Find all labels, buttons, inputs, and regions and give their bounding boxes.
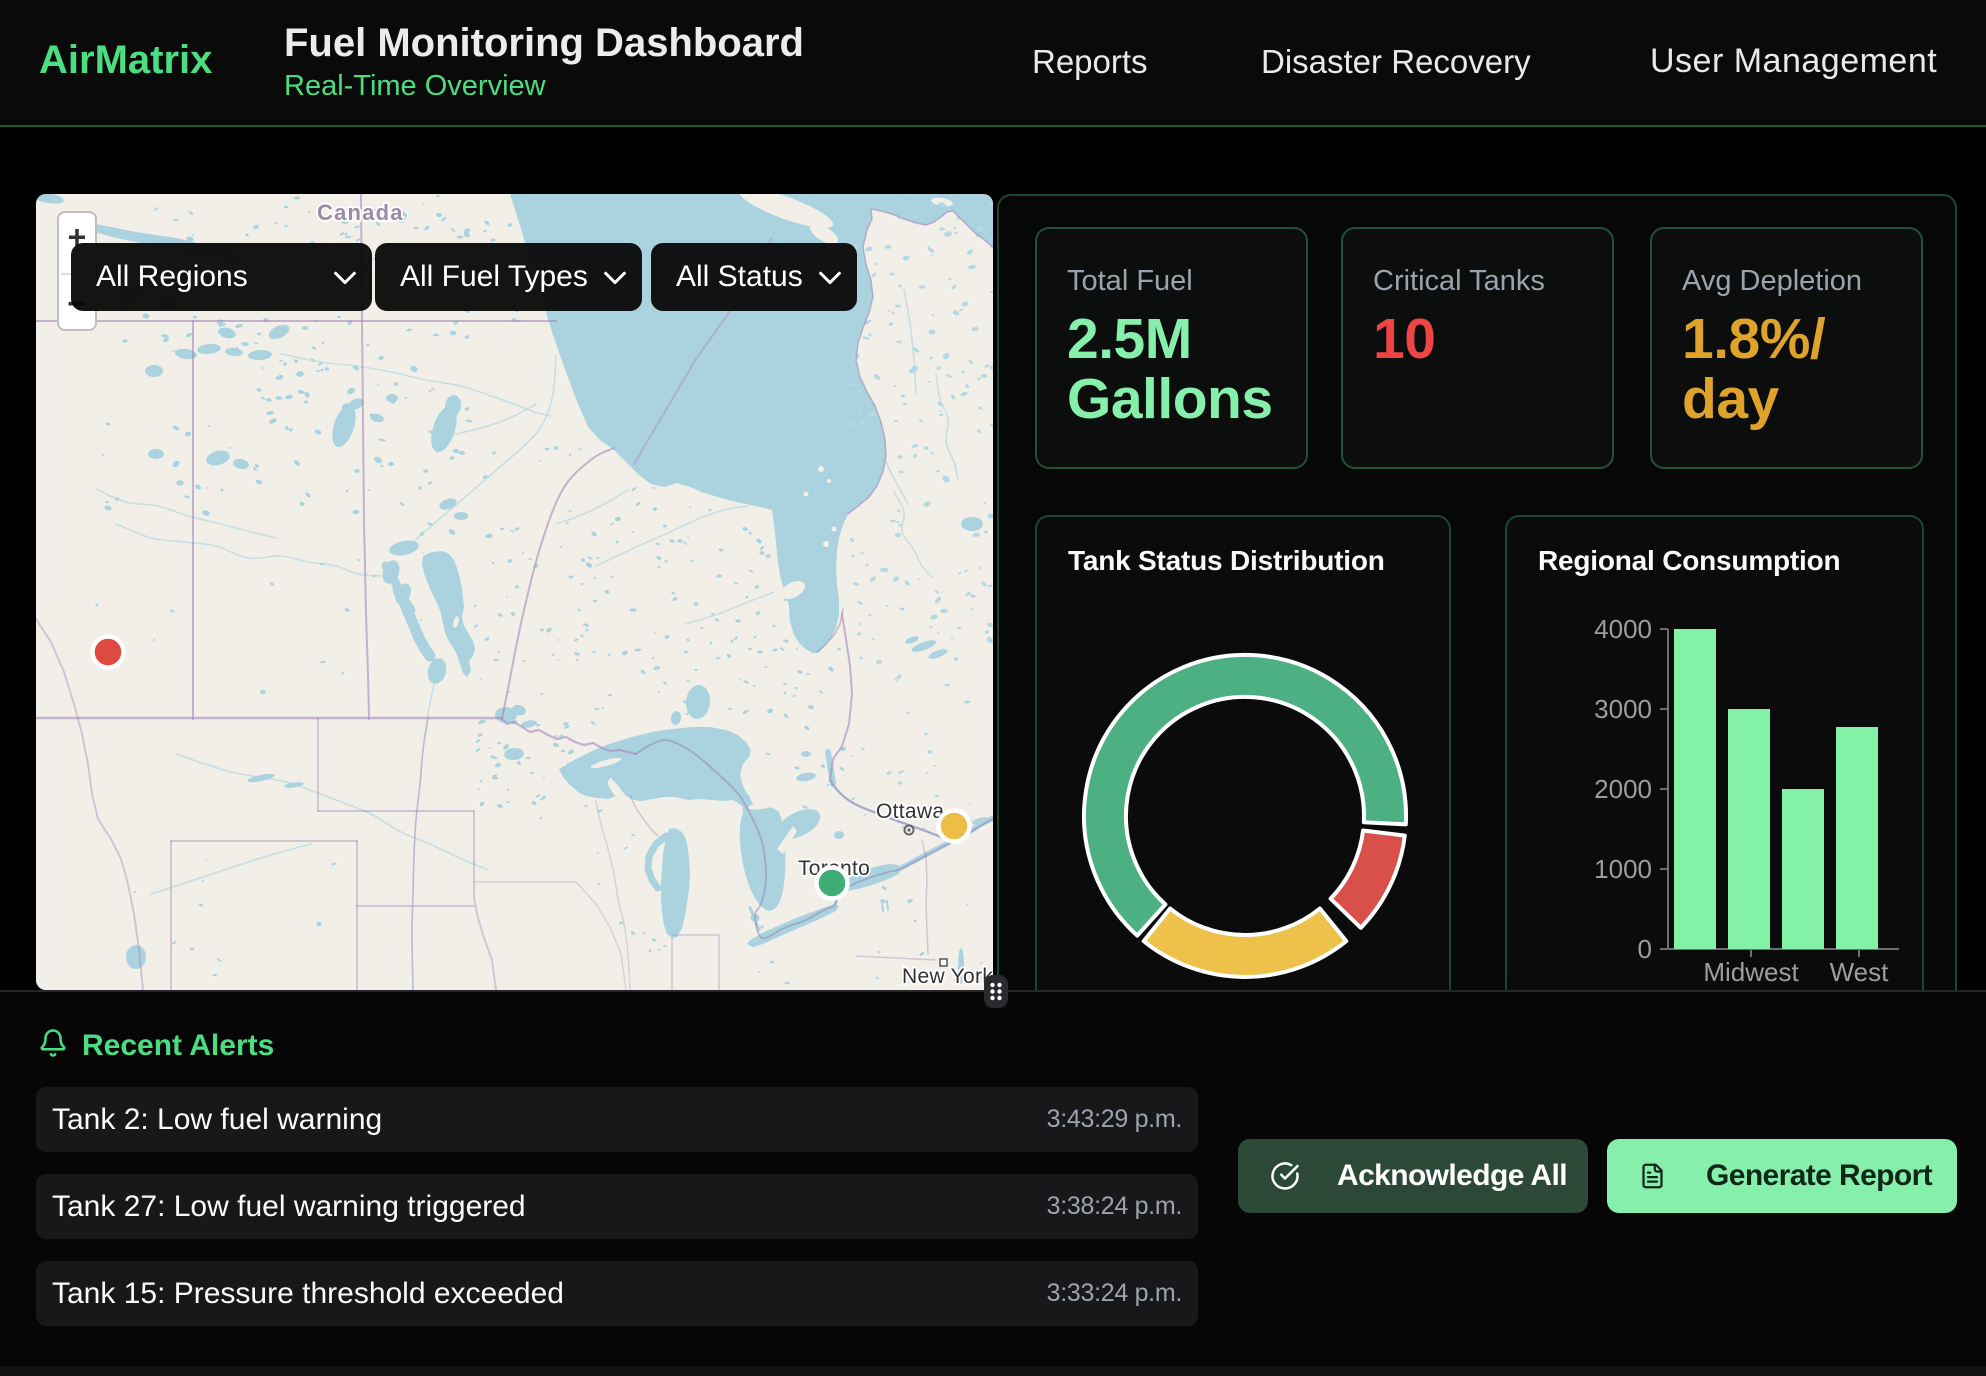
svg-text:New York: New York: [902, 965, 993, 988]
svg-text:0: 0: [1638, 934, 1652, 964]
svg-text:2000: 2000: [1594, 774, 1652, 804]
svg-text:Canada: Canada: [317, 200, 404, 225]
svg-text:1000: 1000: [1594, 854, 1652, 884]
svg-text:4000: 4000: [1594, 614, 1652, 644]
svg-text:3000: 3000: [1594, 694, 1652, 724]
svg-text:Midwest: Midwest: [1703, 957, 1799, 987]
svg-text:Ottawa: Ottawa: [876, 800, 944, 823]
svg-text:West: West: [1830, 957, 1890, 987]
